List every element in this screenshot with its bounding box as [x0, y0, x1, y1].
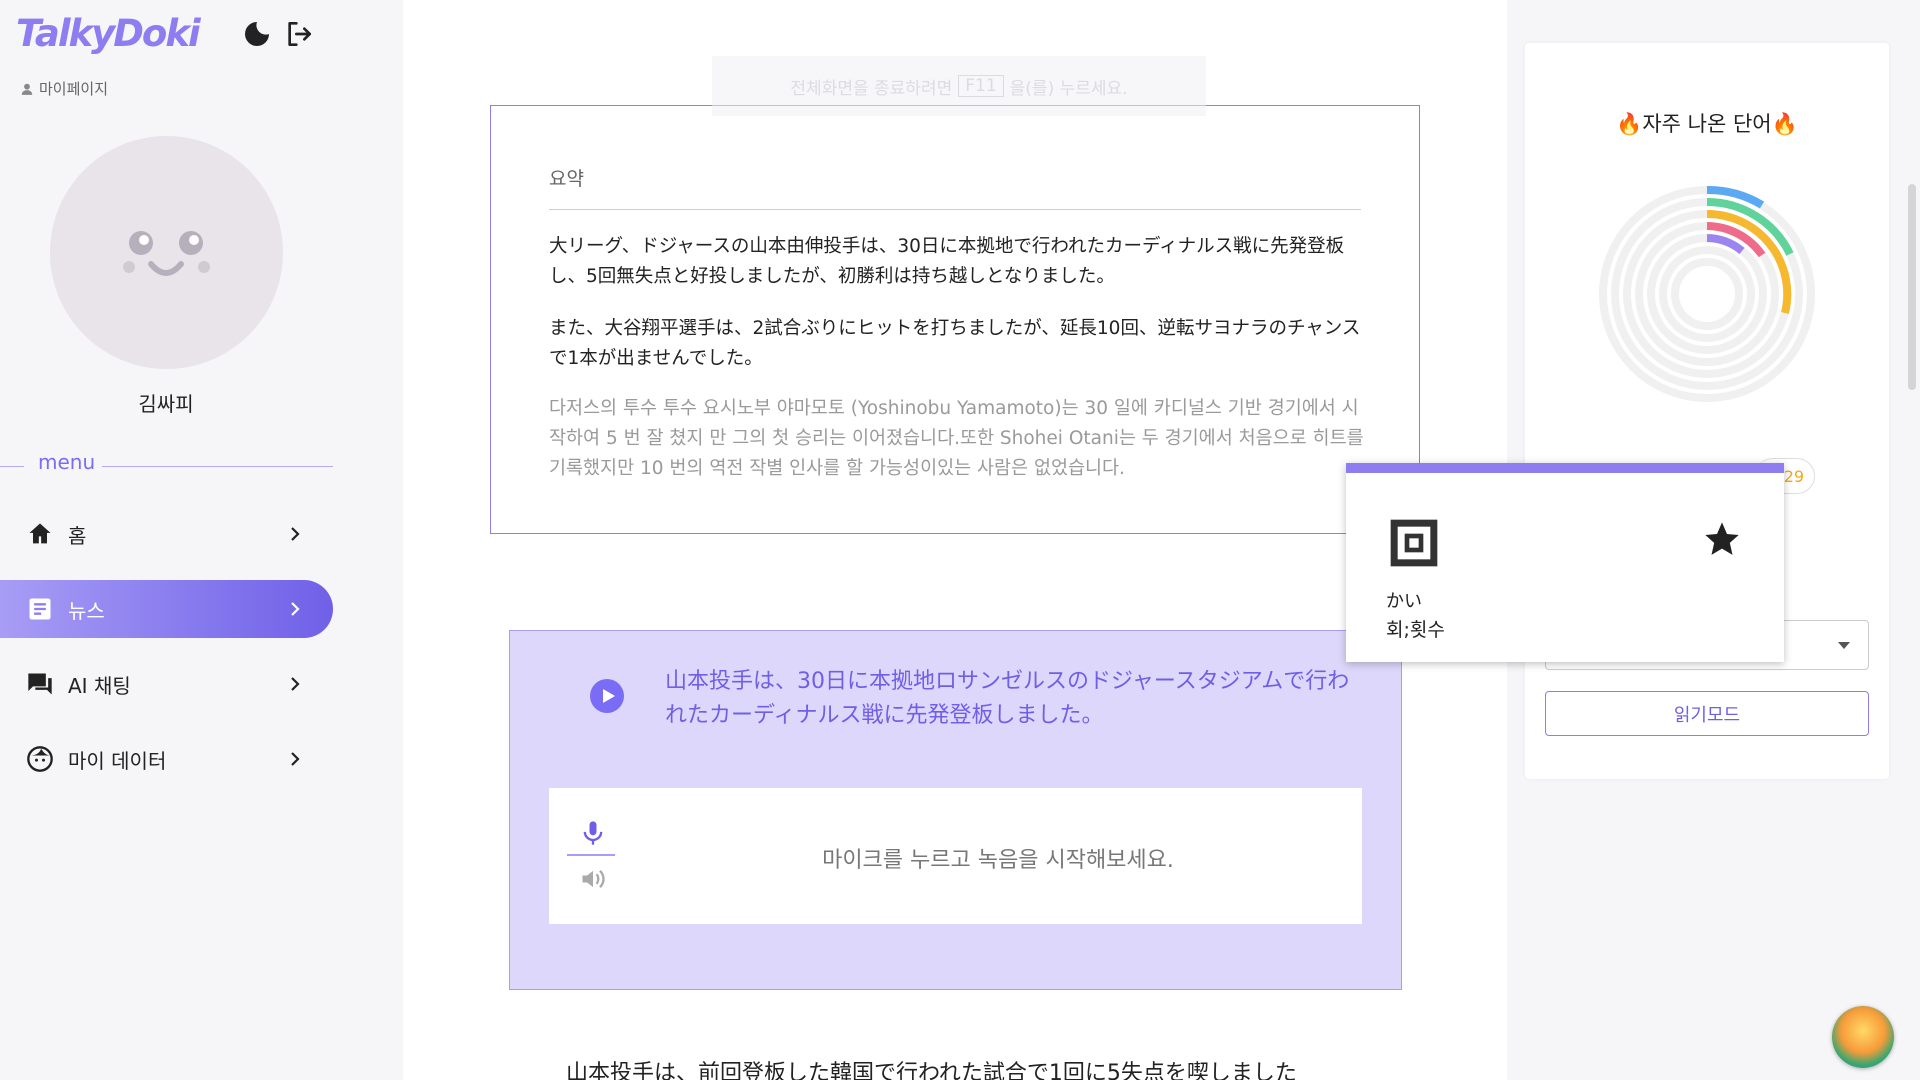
username: 김싸피 — [138, 392, 194, 416]
sidebar-item-label: 홈 — [68, 523, 87, 548]
summary-paragraph[interactable]: 大リーグ、ドジャースの山本由伸投手は、30日に本拠地で行われたカーディナルス戦に… — [549, 232, 1369, 292]
sidebar: TalkyDoki 마이페이지 김싸피 menu 홈 뉴스 AI 채팅 마이 데… — [0, 0, 403, 1080]
summary-translation: 다저스의 투수 투수 요시노부 야마모토 (Yoshinobu Yamamoto… — [549, 398, 1364, 479]
summary-paragraph[interactable]: また、大谷翔平選手は、2試合ぶりにヒットを打ちましたが、延長10回、逆転サヨナラ… — [549, 314, 1369, 374]
sidebar-item-label: 뉴스 — [68, 598, 105, 623]
chat-icon — [28, 673, 52, 695]
speaking-practice-card: 山本投手は、30日に本拠地ロサンゼルスのドジャースタジアムで行われたカーディナル… — [509, 630, 1402, 990]
news-icon — [29, 598, 51, 620]
app-logo[interactable]: TalkyDoki — [16, 12, 201, 55]
chevron-down-icon — [1838, 642, 1850, 649]
dark-mode-moon-icon[interactable] — [241, 18, 273, 50]
chevron-right-icon — [291, 602, 300, 616]
summary-card: 요약 大リーグ、ドジャースの山本由伸投手は、30日に本拠地で行われたカーディナル… — [490, 105, 1420, 534]
word-meaning: 회;횟수 — [1386, 619, 1445, 641]
menu-divider-left — [0, 466, 24, 467]
logout-icon[interactable] — [283, 18, 315, 50]
practice-sentence[interactable]: 山本投手は、30日に本拠地ロサンゼルスのドジャースタジアムで行われたカーディナル… — [665, 665, 1365, 733]
avatar-face-icon — [123, 231, 210, 276]
summary-divider — [549, 209, 1361, 210]
home-icon — [29, 523, 51, 544]
radial-bar-chart — [1599, 185, 1815, 402]
kanji-icon — [1390, 519, 1438, 567]
fullscreen-toast: 전체화면을 종료하려면 F11 을(를) 누르세요. — [712, 56, 1206, 116]
avatar — [50, 136, 283, 369]
frequent-words-card: 🔥자주 나온 단어🔥 회 29 읽기모드 — [1525, 43, 1889, 779]
popup-accent-bar — [1346, 463, 1784, 473]
word-reading: かい — [1386, 591, 1422, 612]
island-app-icon[interactable] — [1832, 1006, 1894, 1068]
article-sentence[interactable]: 山本投手は、前回登板した韓国で行われた試合で1回に5失点を喫しました — [566, 1055, 1297, 1080]
face-icon — [27, 746, 53, 772]
star-icon[interactable] — [1702, 519, 1742, 559]
chevron-right-icon — [291, 527, 300, 541]
sidebar-item-label: 마이 데이터 — [68, 748, 167, 773]
frequent-words-title: 🔥자주 나온 단어🔥 — [1616, 112, 1798, 136]
chevron-right-icon — [291, 677, 300, 691]
menu-label: menu — [38, 450, 96, 474]
sidebar-item-news[interactable]: 뉴스 — [0, 580, 333, 638]
toast-text: 전체화면을 종료하려면 — [790, 78, 953, 99]
sidebar-item-my-data[interactable]: 마이 데이터 — [0, 730, 333, 788]
word-popup: かい 회;횟수 — [1346, 463, 1784, 662]
read-mode-button[interactable]: 읽기모드 — [1545, 691, 1869, 736]
toast-text: 을(를) 누르세요. — [1009, 78, 1128, 99]
chip-count: 29 — [1783, 466, 1805, 486]
record-hint: 마이크를 누르고 녹음을 시작해보세요. — [822, 848, 1174, 873]
chevron-right-icon — [291, 752, 300, 766]
menu-divider-right — [102, 466, 333, 467]
play-button[interactable] — [590, 679, 624, 713]
person-icon — [21, 83, 33, 95]
mypage-link[interactable]: 마이페이지 — [20, 78, 108, 99]
record-box: 마이크를 누르고 녹음을 시작해보세요. — [549, 788, 1362, 924]
sidebar-item-home[interactable]: 홈 — [0, 505, 333, 563]
scrollbar[interactable] — [1908, 184, 1916, 390]
summary-title: 요약 — [549, 168, 584, 190]
sidebar-item-label: AI 채팅 — [68, 673, 131, 698]
toast-key: F11 — [958, 75, 1004, 97]
mypage-label: 마이페이지 — [39, 80, 109, 98]
sidebar-item-ai-chat[interactable]: AI 채팅 — [0, 655, 333, 713]
